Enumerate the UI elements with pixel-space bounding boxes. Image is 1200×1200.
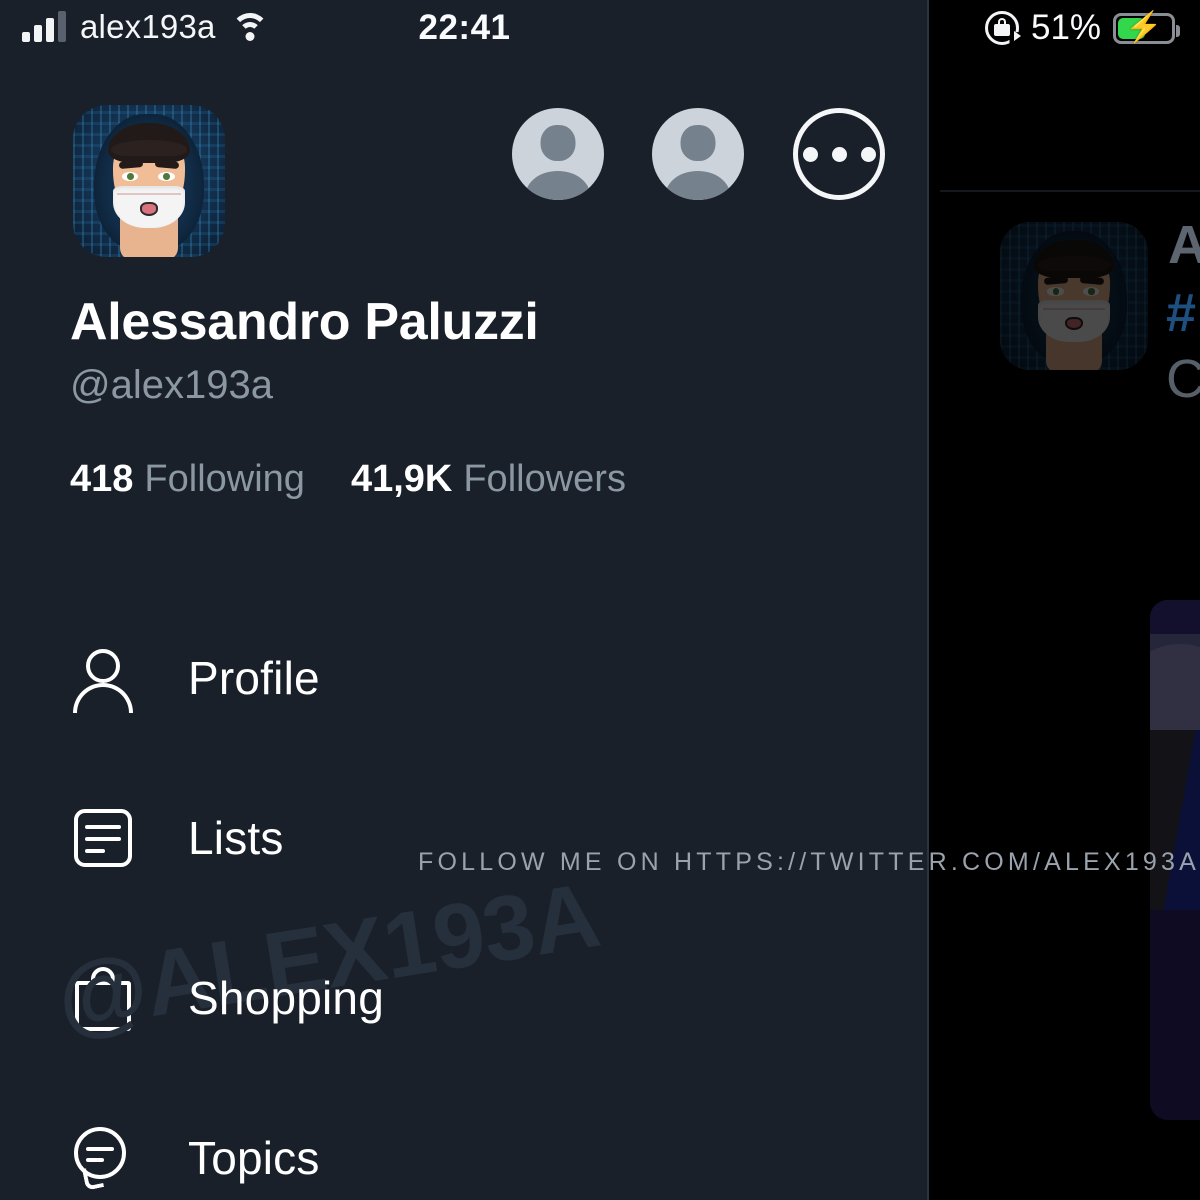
menu-item-lists[interactable]: Lists	[0, 758, 927, 918]
person-icon	[70, 645, 136, 713]
menu-item-topics[interactable]: Topics	[0, 1078, 927, 1200]
timeline-word-fragment: C	[1166, 349, 1200, 409]
clock-label: 22:41	[418, 8, 511, 47]
following-stat[interactable]: 418 Following	[70, 458, 305, 501]
timeline-hashtag-fragment: #	[1166, 283, 1197, 343]
account-avatar-1[interactable]	[512, 108, 604, 200]
menu-item-label: Topics	[188, 1132, 320, 1184]
follow-stats: 418 Following 41,9K Followers	[70, 458, 626, 501]
dot-icon	[860, 146, 876, 162]
account-avatar-2[interactable]	[652, 108, 744, 200]
topic-bubble-icon	[70, 1125, 136, 1191]
rotation-lock-icon	[985, 11, 1021, 45]
followers-count: 41,9K	[350, 458, 453, 500]
shopping-bag-icon	[70, 965, 136, 1031]
status-bar: alex193a 22:41	[0, 0, 927, 62]
following-count: 418	[70, 458, 134, 500]
timeline-name-fragment: A	[1168, 215, 1200, 275]
default-avatar-icon	[680, 124, 716, 162]
display-name: Alessandro Paluzzi	[70, 293, 539, 351]
more-options-button[interactable]	[793, 108, 885, 200]
following-label: Following	[144, 458, 305, 500]
followers-stat[interactable]: 41,9K Followers	[351, 458, 626, 501]
dot-icon	[831, 146, 847, 162]
timeline-divider	[940, 190, 1200, 192]
avatar[interactable]	[73, 105, 225, 257]
list-icon	[70, 805, 136, 871]
dot-icon	[802, 146, 818, 162]
drawer-menu: Profile Lists Shopping Topics	[0, 598, 927, 1200]
menu-item-label: Lists	[188, 812, 284, 864]
battery-charging-icon: ⚡	[1113, 12, 1181, 44]
handle: @alex193a	[70, 363, 273, 407]
navigation-drawer: alex193a 22:41 Alessandro Paluzzi @alex1…	[0, 0, 929, 1200]
default-avatar-icon	[540, 124, 576, 162]
menu-item-label: Shopping	[188, 972, 384, 1024]
timeline-avatar	[1000, 222, 1148, 370]
status-bar-right-group: 51% ⚡	[985, 8, 1181, 48]
menu-item-profile[interactable]: Profile	[0, 598, 927, 758]
timeline-media-card[interactable]	[1150, 600, 1200, 1120]
followers-label: Followers	[463, 458, 626, 500]
menu-item-shopping[interactable]: Shopping	[0, 918, 927, 1078]
battery-percent-label: 51%	[1031, 8, 1102, 47]
menu-item-label: Profile	[188, 652, 320, 704]
